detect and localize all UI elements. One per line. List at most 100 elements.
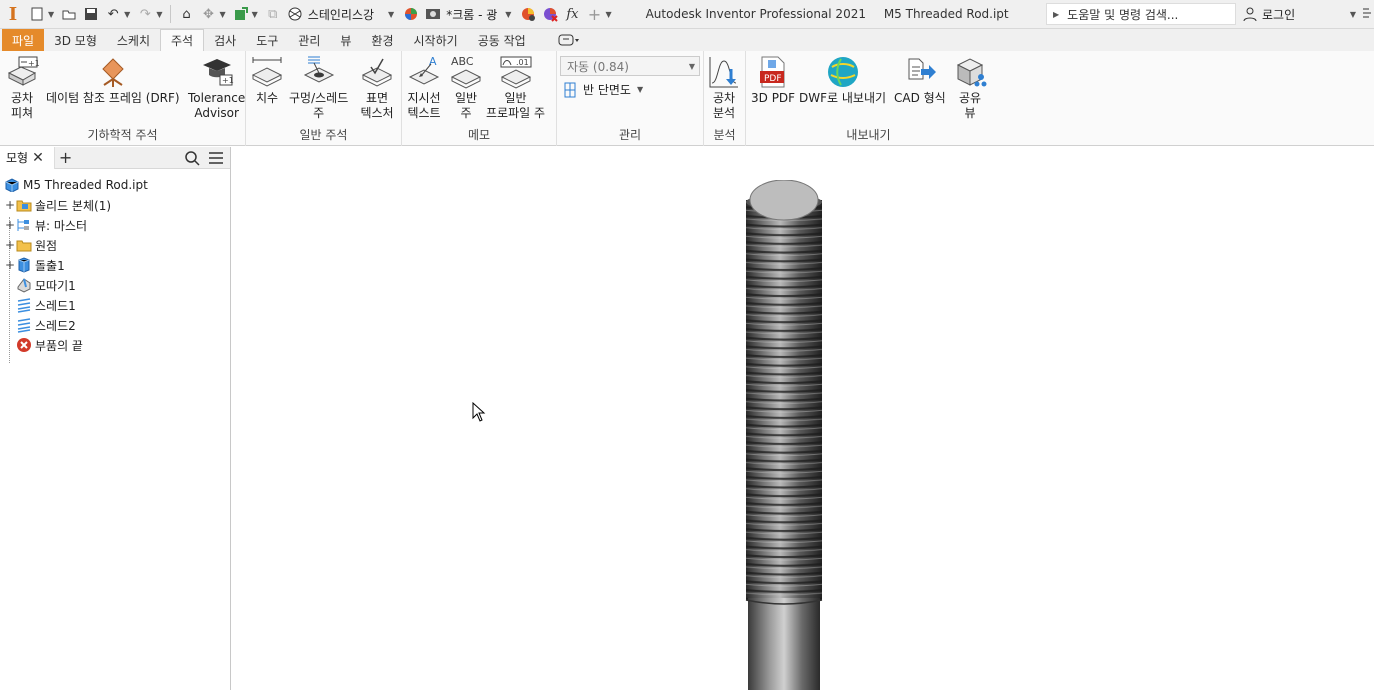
surface-texture-icon — [360, 55, 394, 89]
material-sphere-icon[interactable] — [285, 3, 305, 25]
redo-icon[interactable]: ↷ — [135, 3, 155, 25]
note-abc-text: ABC — [451, 55, 474, 68]
undo-dropdown-icon[interactable]: ▼ — [124, 10, 130, 19]
home-icon[interactable]: ⌂ — [176, 3, 196, 25]
add-plus-icon[interactable]: + — [584, 3, 604, 25]
tree-node-extrusion[interactable]: + 돌출1 — [0, 255, 230, 275]
dimension-button[interactable]: 치수 — [250, 55, 284, 106]
tree-node-root[interactable]: M5 Threaded Rod.ipt — [0, 175, 230, 195]
tree-node-origin[interactable]: + 원점 — [0, 235, 230, 255]
browser-tab-model[interactable]: 모형 ✕ — [0, 146, 55, 169]
appearance-sphere-icon[interactable] — [401, 3, 421, 25]
tab-tools[interactable]: 도구 — [246, 29, 288, 51]
undo-icon[interactable]: ↶ — [103, 3, 123, 25]
surface-texture-button[interactable]: 표면 텍스처 — [360, 55, 394, 121]
search-icon[interactable] — [184, 150, 200, 166]
login-button[interactable]: 로그인 ▼ — [1242, 3, 1360, 25]
appearance-dropdown[interactable]: *크롬 - 광 ▼ — [446, 3, 515, 25]
general-profile-note-button[interactable]: .01 일반 프로파일 주 — [486, 55, 545, 121]
group-title-general: 일반 주석 — [299, 128, 348, 142]
update-dropdown-icon[interactable]: ▼ — [252, 10, 258, 19]
browser-tab-label: 모형 — [6, 151, 29, 165]
tree-node-label: 부품의 끝 — [35, 338, 83, 353]
3d-pdf-button[interactable]: PDF 3D PDF — [751, 55, 795, 106]
expand-icon[interactable]: + — [4, 198, 16, 212]
tree-node-thread-2[interactable]: 스레드2 — [0, 315, 230, 335]
expand-icon[interactable]: + — [4, 218, 16, 232]
open-folder-icon[interactable] — [59, 3, 79, 25]
tab-manage[interactable]: 관리 — [288, 29, 330, 51]
expand-icon[interactable]: + — [4, 238, 16, 252]
tree-node-solid-bodies[interactable]: + 솔리드 본체(1) — [0, 195, 230, 215]
tab-environments[interactable]: 환경 — [361, 29, 403, 51]
leader-text-button[interactable]: A 지시선 텍스트 — [407, 55, 441, 121]
close-icon[interactable]: ✕ — [32, 150, 44, 166]
tab-file[interactable]: 파일 — [2, 29, 45, 51]
new-dropdown-icon[interactable]: ▼ — [48, 10, 54, 19]
customize-qat-icon[interactable]: ▼ — [605, 10, 611, 19]
tab-collaborate[interactable]: 공동 작업 — [468, 29, 536, 51]
tab-get-started[interactable]: 시작하기 — [404, 29, 468, 51]
tree-node-chamfer[interactable]: 모따기1 — [0, 275, 230, 295]
new-file-icon[interactable] — [27, 3, 47, 25]
annotation-scale-dropdown[interactable]: 자동 (0.84) ▼ — [560, 56, 700, 76]
half-section-icon — [564, 82, 576, 97]
tolerance-advisor-button[interactable]: +1 Tolerance Advisor — [188, 55, 245, 121]
inventor-logo-icon[interactable]: I — [0, 0, 26, 29]
search-placeholder: 도움말 및 명령 검색... — [1067, 7, 1179, 22]
appearance-image-icon[interactable] — [423, 3, 443, 25]
tree-node-view-master[interactable]: + 뷰: 마스터 — [0, 215, 230, 235]
help-search-input[interactable]: ▶ 도움말 및 명령 검색... — [1046, 3, 1236, 25]
general-note-button[interactable]: ABC 일반 주 — [449, 55, 483, 121]
select-dropdown-icon[interactable]: ▼ — [219, 10, 225, 19]
ribbon-panel: +1 공차 피쳐 데이텀 참조 프레임 (DRF) +1 Tolerance A… — [0, 51, 1374, 146]
shared-view-button[interactable]: 공유 뷰 — [953, 55, 987, 121]
cad-format-icon — [903, 55, 937, 89]
leader-text-label: 지시선 텍스트 — [407, 91, 441, 120]
tab-3d-model[interactable]: 3D 모형 — [44, 29, 107, 51]
parameters-fx-icon[interactable]: fx — [562, 3, 582, 25]
tolerance-feature-button[interactable]: +1 공차 피쳐 — [5, 55, 39, 121]
half-section-view-button[interactable]: 반 단면도 ▼ — [563, 81, 643, 98]
tab-inspect[interactable]: 검사 — [204, 29, 246, 51]
tree-node-end-of-part[interactable]: 부품의 끝 — [0, 335, 230, 355]
clear-appearance-icon[interactable] — [540, 3, 560, 25]
export-dwf-button[interactable]: DWF로 내보내기 — [799, 55, 886, 106]
export-dwf-label: DWF로 내보내기 — [799, 91, 887, 105]
datum-reference-frame-label: 데이텀 참조 프레임 (DRF) — [46, 91, 180, 105]
update-icon[interactable] — [231, 3, 251, 25]
material-dropdown[interactable]: 스테인리스강 ▼ — [308, 3, 398, 25]
profile-note-icon: .01 — [499, 55, 533, 89]
threaded-rod-model[interactable] — [744, 180, 824, 690]
thread-icon — [16, 317, 32, 333]
add-browser-tab-icon[interactable]: + — [59, 148, 72, 167]
mouse-cursor-icon — [472, 402, 486, 422]
tab-annotate[interactable]: 주석 — [160, 29, 205, 51]
adjust-appearance-icon[interactable] — [518, 3, 538, 25]
redo-dropdown-icon[interactable]: ▼ — [156, 10, 162, 19]
save-icon[interactable] — [81, 3, 101, 25]
datum-reference-frame-button[interactable]: 데이텀 참조 프레임 (DRF) — [46, 55, 180, 106]
expand-icon[interactable]: + — [4, 258, 16, 272]
graphics-viewport[interactable] — [231, 147, 1374, 690]
tab-sketch[interactable]: 스케치 — [107, 29, 160, 51]
group-title-manage: 관리 — [618, 128, 642, 142]
select-icon[interactable]: ✥ — [198, 3, 218, 25]
menu-icon[interactable] — [208, 150, 224, 166]
tree-node-label: M5 Threaded Rod.ipt — [23, 178, 148, 192]
tolerance-analysis-button[interactable]: 공차 분석 — [707, 55, 741, 121]
shared-view-label: 공유 뷰 — [958, 91, 982, 120]
leader-letter-text: A — [429, 55, 437, 68]
tab-view[interactable]: 뷰 — [330, 29, 361, 51]
tree-node-label: 스레드2 — [35, 318, 76, 333]
hole-thread-note-label: 구멍/스레드 주 — [289, 91, 349, 120]
view-icon — [16, 217, 32, 233]
pdf-badge-text: PDF — [764, 74, 782, 84]
cad-format-button[interactable]: CAD 형식 — [894, 55, 946, 106]
browser-header: 모형 ✕ + — [0, 146, 230, 169]
hole-thread-note-button[interactable]: 구멍/스레드 주 — [289, 55, 348, 121]
ilogic-icon[interactable]: ⧉ — [263, 3, 283, 25]
overflow-icon[interactable] — [1362, 7, 1372, 21]
ribbon-display-toggle[interactable] — [548, 29, 590, 51]
tree-node-thread-1[interactable]: 스레드1 — [0, 295, 230, 315]
